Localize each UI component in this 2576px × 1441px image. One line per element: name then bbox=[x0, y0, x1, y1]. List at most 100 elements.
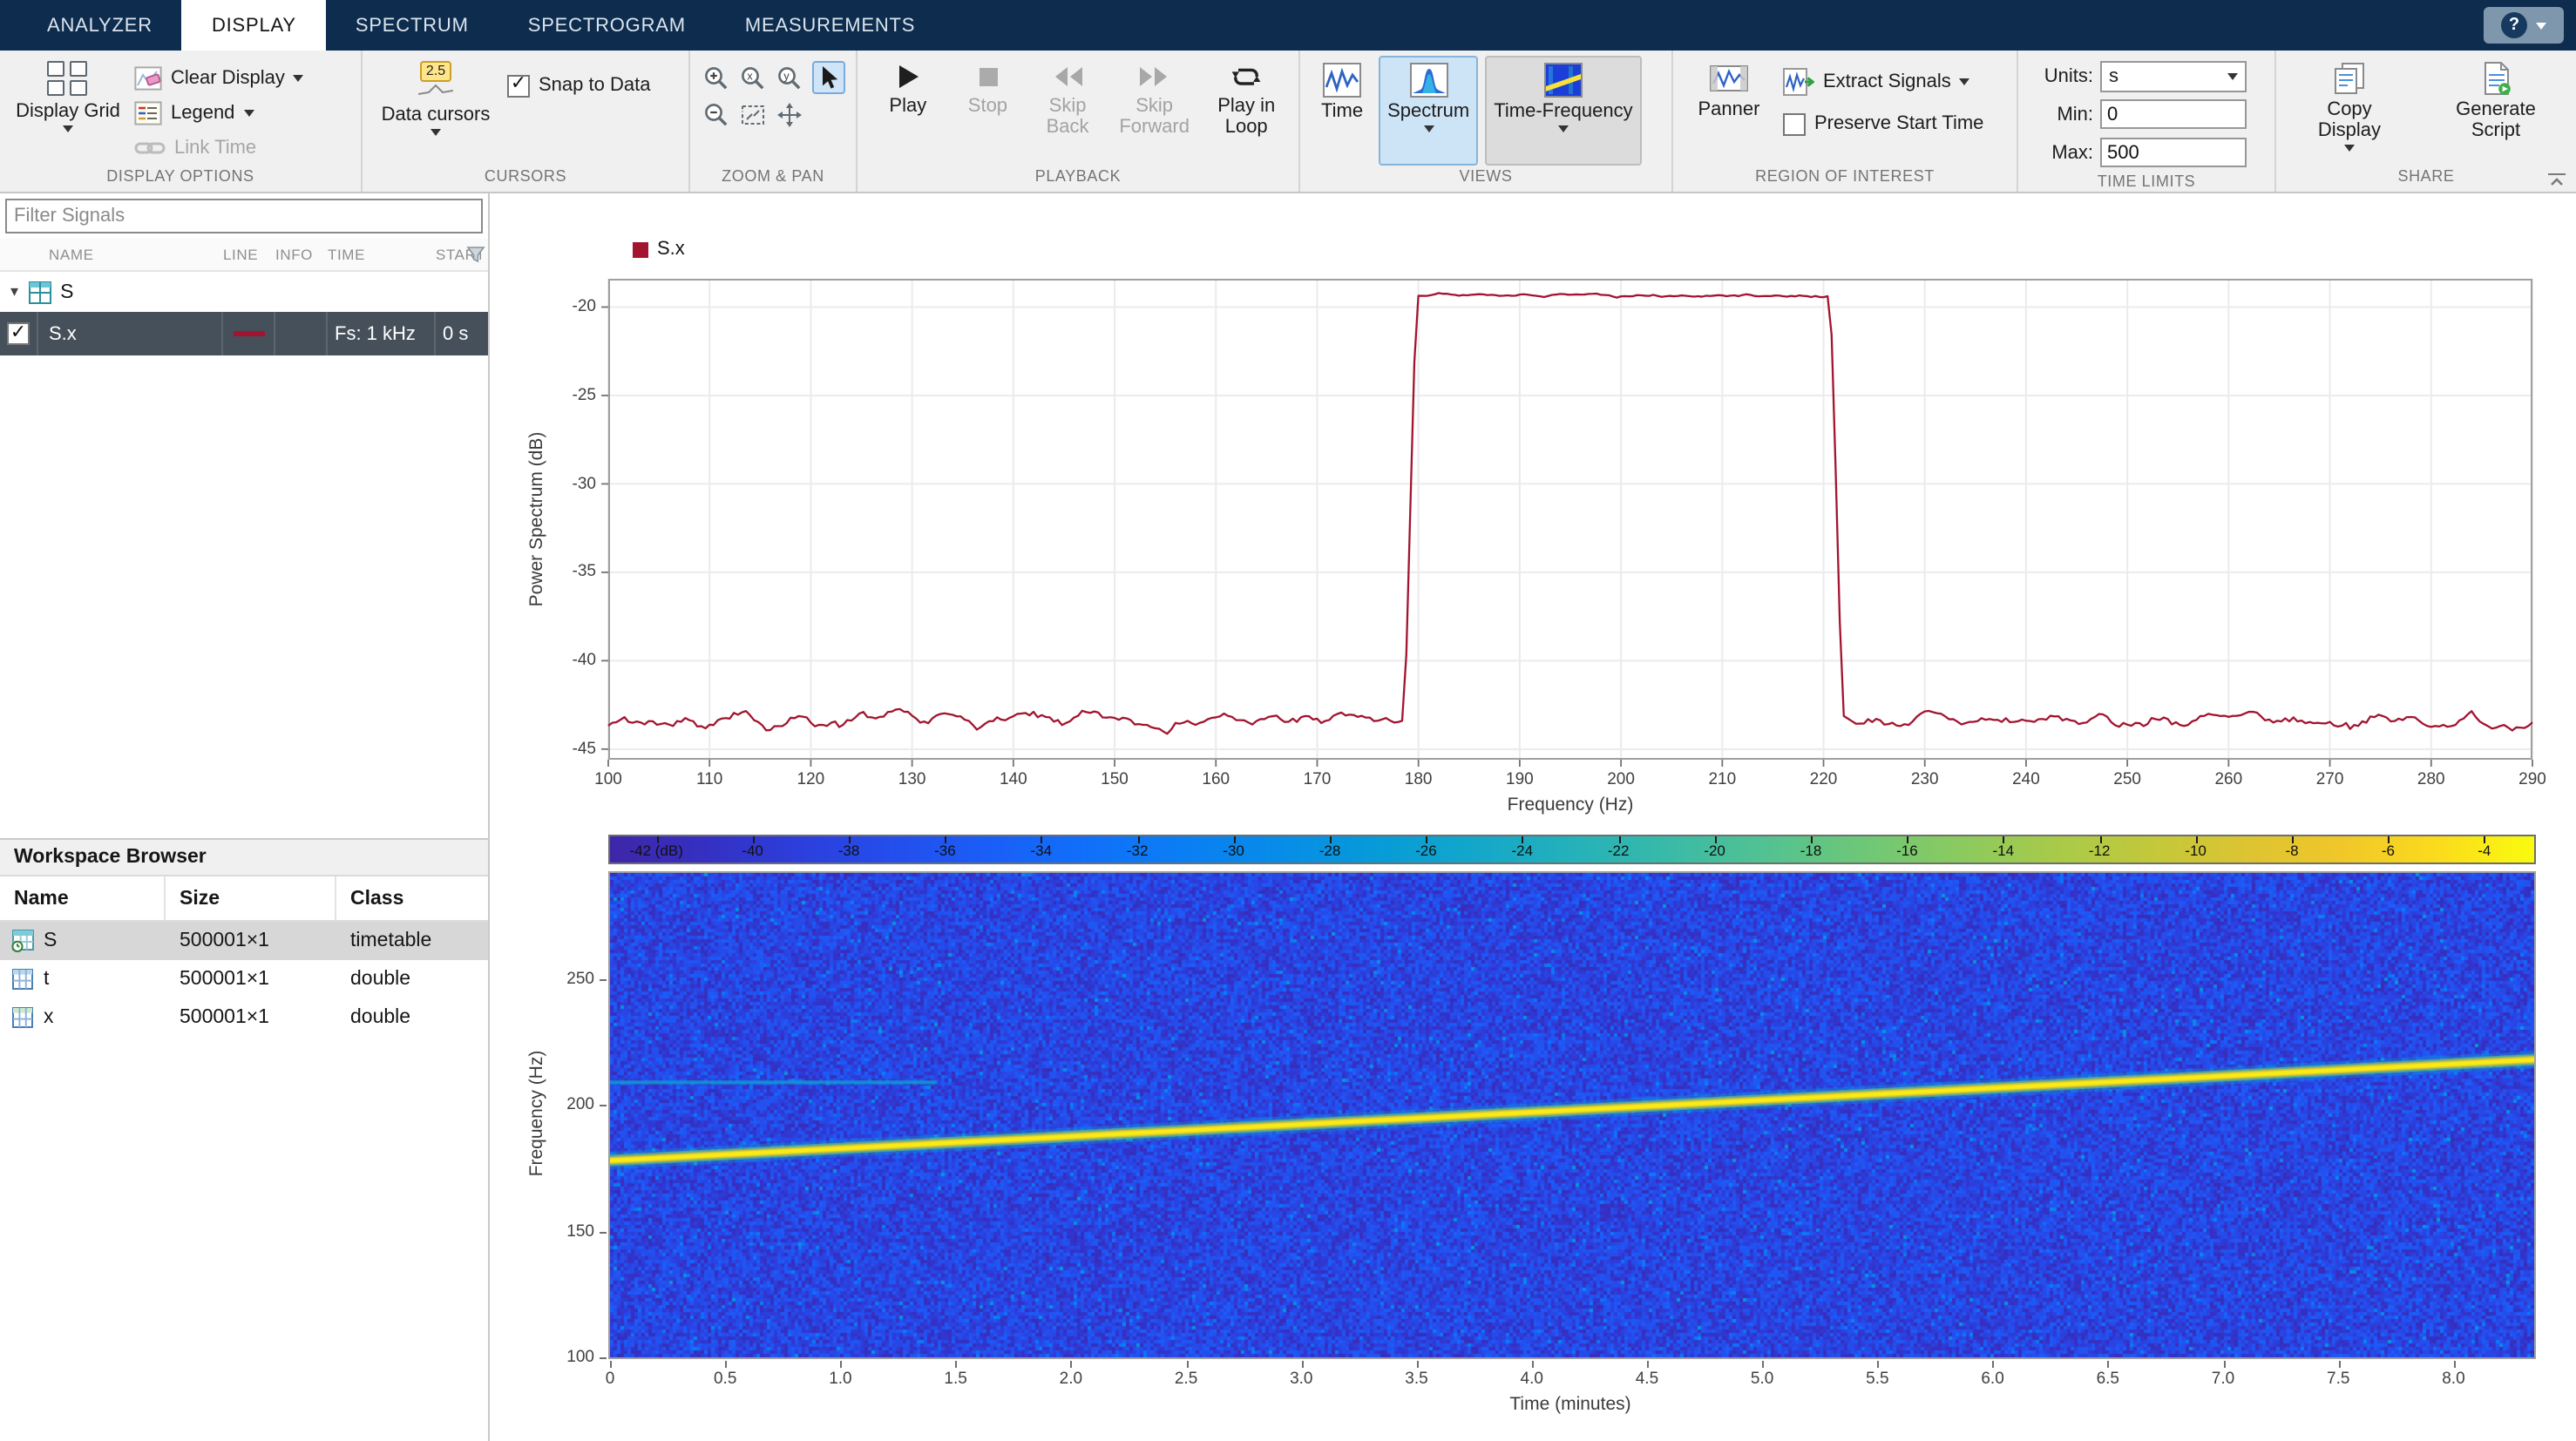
spectrogram-x-tick: 3.5 bbox=[1405, 1370, 1428, 1389]
time-frequency-view-button[interactable]: Time-Frequency bbox=[1485, 56, 1642, 166]
stop-button[interactable]: Stop bbox=[950, 56, 1027, 117]
spectrogram-x-tick-mark bbox=[1531, 1361, 1534, 1368]
colorbar-tick-label: -38 bbox=[837, 842, 860, 859]
legend-button[interactable]: Legend bbox=[134, 96, 304, 131]
spectrogram-plot[interactable] bbox=[608, 871, 2536, 1359]
zoom-in-icon[interactable] bbox=[702, 64, 730, 91]
help-button[interactable]: ? bbox=[2484, 7, 2564, 44]
max-time-input[interactable] bbox=[2100, 138, 2247, 167]
chevron-down-icon bbox=[2344, 145, 2355, 152]
spectrogram-x-tick-mark bbox=[1301, 1361, 1304, 1368]
spectrum-view-button[interactable]: Spectrum bbox=[1379, 56, 1479, 166]
play-in-loop-button[interactable]: Play in Loop bbox=[1203, 56, 1290, 138]
legend-icon bbox=[134, 101, 162, 125]
generate-script-button[interactable]: Generate Script bbox=[2430, 56, 2562, 141]
copy-display-icon bbox=[2335, 63, 2364, 94]
data-cursors-button[interactable]: 2.5 Data cursors bbox=[375, 56, 497, 136]
matrix-icon bbox=[12, 1007, 33, 1028]
units-select[interactable]: s bbox=[2100, 60, 2247, 91]
preserve-start-time-checkbox[interactable] bbox=[1783, 112, 1806, 135]
colorbar-tick-label: -24 bbox=[1511, 842, 1534, 859]
tab-spectrogram[interactable]: SPECTROGRAM bbox=[498, 0, 715, 51]
legend-color-swatch bbox=[633, 241, 648, 257]
workspace-row[interactable]: S 500001×1 timetable bbox=[0, 922, 488, 960]
section-playback: Play Stop Skip Back Skip Forward Play in… bbox=[858, 51, 1300, 192]
signal-group-row[interactable]: ▾ S bbox=[0, 272, 488, 312]
collapse-toolstrip-icon[interactable] bbox=[2546, 171, 2567, 188]
spectrogram-x-tick: 6.5 bbox=[2096, 1370, 2119, 1389]
workspace-row[interactable]: t 500001×1 double bbox=[0, 960, 488, 998]
spectrogram-x-tick: 0 bbox=[605, 1370, 615, 1389]
spectrogram-x-tick-mark bbox=[1186, 1361, 1189, 1368]
tab-display[interactable]: DISPLAY bbox=[181, 0, 326, 51]
spectrogram-x-tick-mark bbox=[840, 1361, 843, 1368]
play-button[interactable]: Play bbox=[870, 56, 946, 117]
spectrum-legend: S.x bbox=[633, 239, 685, 260]
spectrum-x-tick: 230 bbox=[1910, 770, 1939, 789]
signal-info-cell bbox=[275, 312, 328, 355]
spectrogram-y-tick-mark bbox=[600, 1105, 607, 1107]
tab-spectrum[interactable]: SPECTRUM bbox=[326, 0, 498, 51]
signal-row[interactable]: S.x Fs: 1 kHz 0 s bbox=[0, 312, 488, 355]
colorbar-tick-label: -40 bbox=[742, 842, 763, 859]
spectrogram-x-tick: 2.0 bbox=[1059, 1370, 1083, 1389]
workspace-row[interactable]: x 500001×1 double bbox=[0, 998, 488, 1037]
section-label: VIEWS bbox=[1459, 167, 1513, 185]
signal-browser-panel: NAME LINE INFO TIME START ▾ S S.x Fs: 1 … bbox=[0, 193, 490, 1441]
section-label: ZOOM & PAN bbox=[722, 167, 824, 185]
filter-funnel-icon[interactable] bbox=[465, 244, 486, 265]
snap-to-data-checkbox[interactable] bbox=[507, 74, 530, 97]
section-label: TIME LIMITS bbox=[2097, 173, 2196, 190]
spectrogram-x-tick: 2.5 bbox=[1174, 1370, 1198, 1389]
signal-table-header: NAME LINE INFO TIME START bbox=[0, 239, 488, 272]
link-time-button[interactable]: Link Time bbox=[134, 131, 304, 166]
copy-display-button[interactable]: Copy Display bbox=[2294, 56, 2405, 152]
zoom-x-icon[interactable]: x bbox=[739, 64, 767, 91]
extract-signals-button[interactable]: Extract Signals bbox=[1783, 64, 1983, 99]
zoom-y-icon[interactable]: y bbox=[776, 64, 803, 91]
power-spectrum-plot[interactable] bbox=[601, 279, 2533, 767]
signal-list-empty-area bbox=[0, 355, 488, 838]
tab-measurements[interactable]: MEASUREMENTS bbox=[715, 0, 945, 51]
pan-icon[interactable] bbox=[776, 101, 803, 129]
panner-button[interactable]: Panner bbox=[1685, 56, 1773, 120]
help-icon: ? bbox=[2501, 12, 2527, 38]
spectrogram-x-tick-mark bbox=[2338, 1361, 2341, 1368]
chevron-down-icon bbox=[430, 129, 441, 136]
spectrogram-x-tick-mark bbox=[725, 1361, 728, 1368]
spectrum-x-tick: 260 bbox=[2214, 770, 2243, 789]
filter-signals-input[interactable] bbox=[5, 199, 483, 233]
tab-analyzer[interactable]: ANALYZER bbox=[17, 0, 182, 51]
skip-forward-button[interactable]: Skip Forward bbox=[1109, 56, 1200, 138]
time-view-button[interactable]: Time bbox=[1312, 56, 1372, 166]
chevron-down-icon bbox=[243, 110, 254, 117]
data-cursors-icon: 2.5 bbox=[418, 61, 453, 101]
colorbar-tick-label: -34 bbox=[1030, 842, 1053, 859]
spectrogram-y-tick-mark bbox=[600, 1231, 607, 1234]
timetable-icon bbox=[11, 930, 34, 952]
spectrogram-x-tick: 7.5 bbox=[2327, 1370, 2350, 1389]
min-time-input[interactable] bbox=[2100, 99, 2247, 129]
spectrum-y-tick: -40 bbox=[572, 651, 596, 671]
fit-to-view-icon[interactable] bbox=[739, 101, 767, 129]
pointer-tool-button[interactable] bbox=[812, 61, 845, 94]
chevron-down-icon bbox=[2536, 22, 2546, 29]
chevron-down-icon bbox=[63, 125, 73, 132]
spectrum-x-tick: 100 bbox=[594, 770, 622, 789]
clear-display-button[interactable]: Clear Display bbox=[134, 61, 304, 96]
signal-visible-checkbox[interactable] bbox=[7, 322, 30, 345]
chevron-down-icon bbox=[1557, 125, 1569, 132]
section-label: SHARE bbox=[2397, 167, 2455, 185]
zoom-out-icon[interactable] bbox=[702, 101, 730, 129]
spectrogram-y-tick: 100 bbox=[566, 1348, 594, 1367]
colorbar-tick-label: -12 bbox=[2088, 842, 2111, 859]
tree-expand-icon[interactable]: ▾ bbox=[10, 282, 18, 301]
colorbar-tick-label: -8 bbox=[2285, 842, 2299, 859]
display-grid-button[interactable]: Display Grid bbox=[12, 56, 124, 132]
preserve-start-time-row: Preserve Start Time bbox=[1783, 106, 1983, 141]
clear-display-icon bbox=[134, 66, 162, 91]
time-frequency-view-icon bbox=[1543, 63, 1583, 98]
spectrogram-x-tick: 5.5 bbox=[1866, 1370, 1889, 1389]
skip-back-button[interactable]: Skip Back bbox=[1029, 56, 1106, 138]
spectrogram-y-tick-mark bbox=[600, 978, 607, 981]
